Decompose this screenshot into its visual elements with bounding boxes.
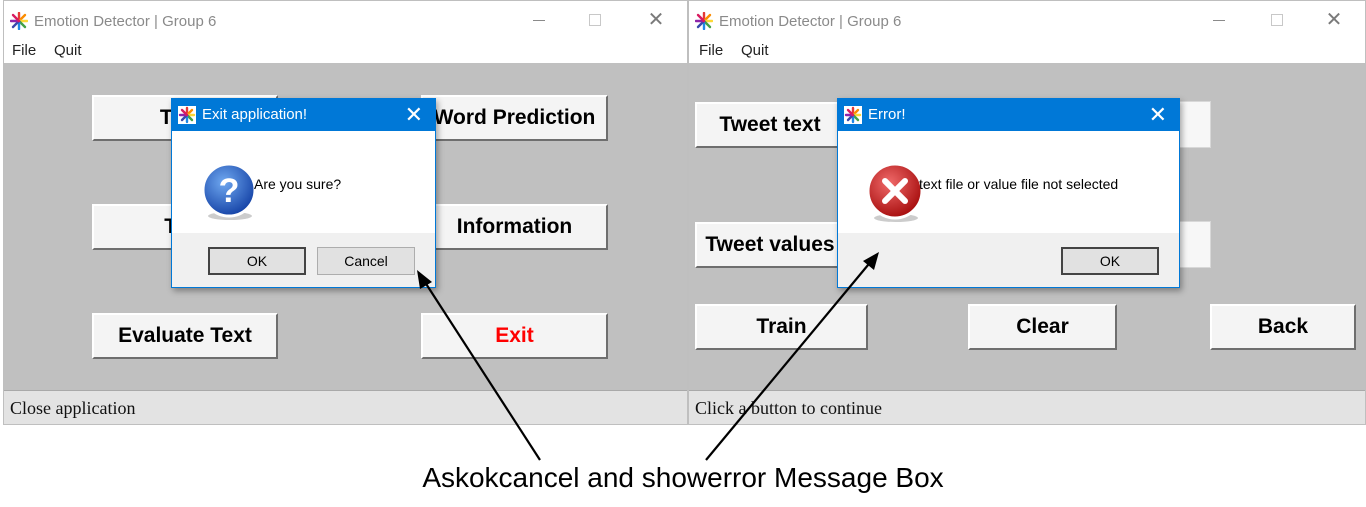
- figure-caption: Askokcancel and showerror Message Box: [422, 462, 944, 493]
- arrow-to-exit-dialog: [420, 275, 541, 461]
- annotation-arrows: [417, 252, 879, 461]
- arrow-to-error-dialog: [705, 258, 874, 461]
- arrowhead-icon: [417, 270, 432, 289]
